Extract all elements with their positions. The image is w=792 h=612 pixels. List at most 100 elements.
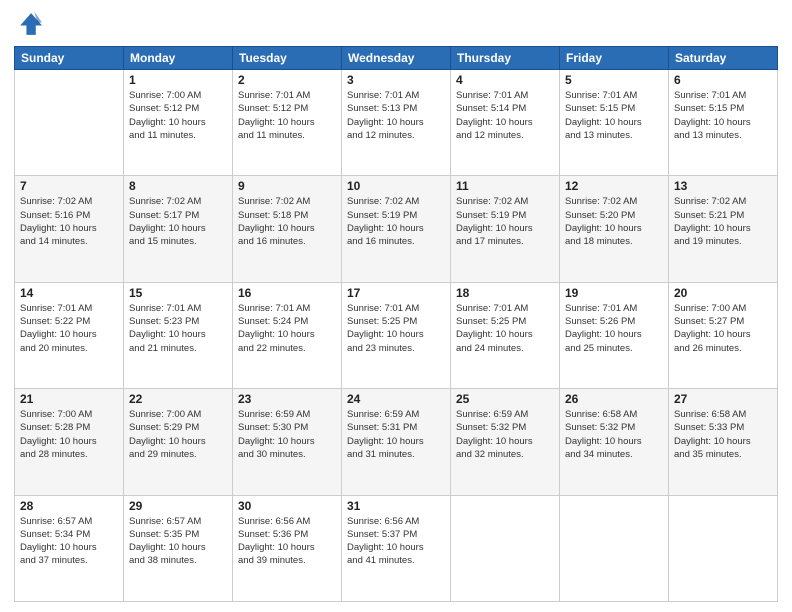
day-cell: 27 Sunrise: 6:58 AMSunset: 5:33 PMDayligh… [669,389,778,495]
day-number: 9 [238,179,336,193]
day-info: Sunrise: 7:01 AMSunset: 5:15 PMDaylight:… [674,89,772,142]
day-cell: 31Sunrise: 6:56 AMSunset: 5:37 PMDayligh… [342,495,451,601]
day-cell: 10Sunrise: 7:02 AMSunset: 5:19 PMDayligh… [342,176,451,282]
day-info: Sunrise: 6:58 AMSunset: 5:33 PMDaylight:… [674,408,772,461]
day-info: Sunrise: 7:01 AMSunset: 5:22 PMDaylight:… [20,302,118,355]
day-info: Sunrise: 7:01 AMSunset: 5:14 PMDaylight:… [456,89,554,142]
day-cell: 25Sunrise: 6:59 AMSunset: 5:32 PMDayligh… [451,389,560,495]
day-number: 1 [129,73,227,87]
day-cell: 19 Sunrise: 7:01 AMSunset: 5:26 PMDayligh… [560,282,669,388]
day-cell: 21 Sunrise: 7:00 AMSunset: 5:28 PMDayligh… [15,389,124,495]
day-number: 30 [238,499,336,513]
day-info: Sunrise: 6:57 AMSunset: 5:35 PMDaylight:… [129,515,227,568]
day-cell: 13 Sunrise: 7:02 AMSunset: 5:21 PMDayligh… [669,176,778,282]
week-row-5: 28 Sunrise: 6:57 AMSunset: 5:34 PMDayligh… [15,495,778,601]
day-number: 17 [347,286,445,300]
day-info: Sunrise: 7:00 AMSunset: 5:27 PMDaylight:… [674,302,772,355]
day-cell: 28 Sunrise: 6:57 AMSunset: 5:34 PMDayligh… [15,495,124,601]
day-cell: 2 Sunrise: 7:01 AMSunset: 5:12 PMDaylight… [233,70,342,176]
day-cell: 30 Sunrise: 6:56 AMSunset: 5:36 PMDayligh… [233,495,342,601]
day-number: 21 [20,392,118,406]
col-header-saturday: Saturday [669,47,778,70]
day-info: Sunrise: 7:01 AMSunset: 5:23 PMDaylight:… [129,302,227,355]
day-number: 7 [20,179,118,193]
day-number: 5 [565,73,663,87]
day-info: Sunrise: 7:00 AMSunset: 5:28 PMDaylight:… [20,408,118,461]
day-number: 23 [238,392,336,406]
day-cell: 24 Sunrise: 6:59 AMSunset: 5:31 PMDayligh… [342,389,451,495]
day-number: 13 [674,179,772,193]
day-info: Sunrise: 7:02 AMSunset: 5:19 PMDaylight:… [347,195,445,248]
day-info: Sunrise: 7:02 AMSunset: 5:21 PMDaylight:… [674,195,772,248]
day-number: 18 [456,286,554,300]
day-info: Sunrise: 7:00 AMSunset: 5:29 PMDaylight:… [129,408,227,461]
day-info: Sunrise: 6:56 AMSunset: 5:37 PMDaylight:… [347,515,445,568]
day-cell: 7 Sunrise: 7:02 AMSunset: 5:16 PMDaylight… [15,176,124,282]
day-number: 25 [456,392,554,406]
calendar-table: SundayMondayTuesdayWednesdayThursdayFrid… [14,46,778,602]
logo [14,10,46,38]
day-info: Sunrise: 6:58 AMSunset: 5:32 PMDaylight:… [565,408,663,461]
day-cell: 20 Sunrise: 7:00 AMSunset: 5:27 PMDayligh… [669,282,778,388]
day-info: Sunrise: 6:59 AMSunset: 5:31 PMDaylight:… [347,408,445,461]
day-cell: 6 Sunrise: 7:01 AMSunset: 5:15 PMDaylight… [669,70,778,176]
day-info: Sunrise: 6:59 AMSunset: 5:30 PMDaylight:… [238,408,336,461]
day-info: Sunrise: 6:57 AMSunset: 5:34 PMDaylight:… [20,515,118,568]
day-number: 22 [129,392,227,406]
day-number: 24 [347,392,445,406]
col-header-thursday: Thursday [451,47,560,70]
day-cell: 8Sunrise: 7:02 AMSunset: 5:17 PMDaylight… [124,176,233,282]
day-number: 16 [238,286,336,300]
day-cell: 29 Sunrise: 6:57 AMSunset: 5:35 PMDayligh… [124,495,233,601]
day-info: Sunrise: 7:01 AMSunset: 5:24 PMDaylight:… [238,302,336,355]
day-number: 2 [238,73,336,87]
day-number: 11 [456,179,554,193]
day-info: Sunrise: 7:00 AMSunset: 5:12 PMDaylight:… [129,89,227,142]
day-cell: 18 Sunrise: 7:01 AMSunset: 5:25 PMDayligh… [451,282,560,388]
day-cell [15,70,124,176]
day-info: Sunrise: 7:02 AMSunset: 5:16 PMDaylight:… [20,195,118,248]
col-header-friday: Friday [560,47,669,70]
day-cell: 14Sunrise: 7:01 AMSunset: 5:22 PMDayligh… [15,282,124,388]
day-cell: 17 Sunrise: 7:01 AMSunset: 5:25 PMDayligh… [342,282,451,388]
day-cell: 26 Sunrise: 6:58 AMSunset: 5:32 PMDayligh… [560,389,669,495]
day-cell: 1 Sunrise: 7:00 AMSunset: 5:12 PMDaylight… [124,70,233,176]
day-info: Sunrise: 7:01 AMSunset: 5:25 PMDaylight:… [456,302,554,355]
calendar-header-row: SundayMondayTuesdayWednesdayThursdayFrid… [15,47,778,70]
day-info: Sunrise: 7:02 AMSunset: 5:19 PMDaylight:… [456,195,554,248]
col-header-tuesday: Tuesday [233,47,342,70]
day-info: Sunrise: 7:02 AMSunset: 5:18 PMDaylight:… [238,195,336,248]
day-cell: 9 Sunrise: 7:02 AMSunset: 5:18 PMDaylight… [233,176,342,282]
header [14,10,778,38]
day-cell: 11 Sunrise: 7:02 AMSunset: 5:19 PMDayligh… [451,176,560,282]
day-info: Sunrise: 7:01 AMSunset: 5:13 PMDaylight:… [347,89,445,142]
day-cell [451,495,560,601]
day-info: Sunrise: 7:01 AMSunset: 5:25 PMDaylight:… [347,302,445,355]
day-number: 15 [129,286,227,300]
day-info: Sunrise: 7:01 AMSunset: 5:12 PMDaylight:… [238,89,336,142]
day-number: 3 [347,73,445,87]
day-cell: 12Sunrise: 7:02 AMSunset: 5:20 PMDayligh… [560,176,669,282]
page: SundayMondayTuesdayWednesdayThursdayFrid… [0,0,792,612]
col-header-wednesday: Wednesday [342,47,451,70]
day-number: 29 [129,499,227,513]
day-number: 27 [674,392,772,406]
day-info: Sunrise: 6:56 AMSunset: 5:36 PMDaylight:… [238,515,336,568]
day-cell: 5 Sunrise: 7:01 AMSunset: 5:15 PMDaylight… [560,70,669,176]
day-cell [669,495,778,601]
day-number: 4 [456,73,554,87]
day-number: 28 [20,499,118,513]
day-number: 8 [129,179,227,193]
week-row-3: 14Sunrise: 7:01 AMSunset: 5:22 PMDayligh… [15,282,778,388]
day-number: 6 [674,73,772,87]
day-info: Sunrise: 7:01 AMSunset: 5:26 PMDaylight:… [565,302,663,355]
day-info: Sunrise: 7:01 AMSunset: 5:15 PMDaylight:… [565,89,663,142]
week-row-2: 7 Sunrise: 7:02 AMSunset: 5:16 PMDaylight… [15,176,778,282]
day-cell [560,495,669,601]
day-cell: 15 Sunrise: 7:01 AMSunset: 5:23 PMDayligh… [124,282,233,388]
day-number: 26 [565,392,663,406]
day-number: 20 [674,286,772,300]
day-number: 19 [565,286,663,300]
day-cell: 23 Sunrise: 6:59 AMSunset: 5:30 PMDayligh… [233,389,342,495]
day-cell: 16 Sunrise: 7:01 AMSunset: 5:24 PMDayligh… [233,282,342,388]
